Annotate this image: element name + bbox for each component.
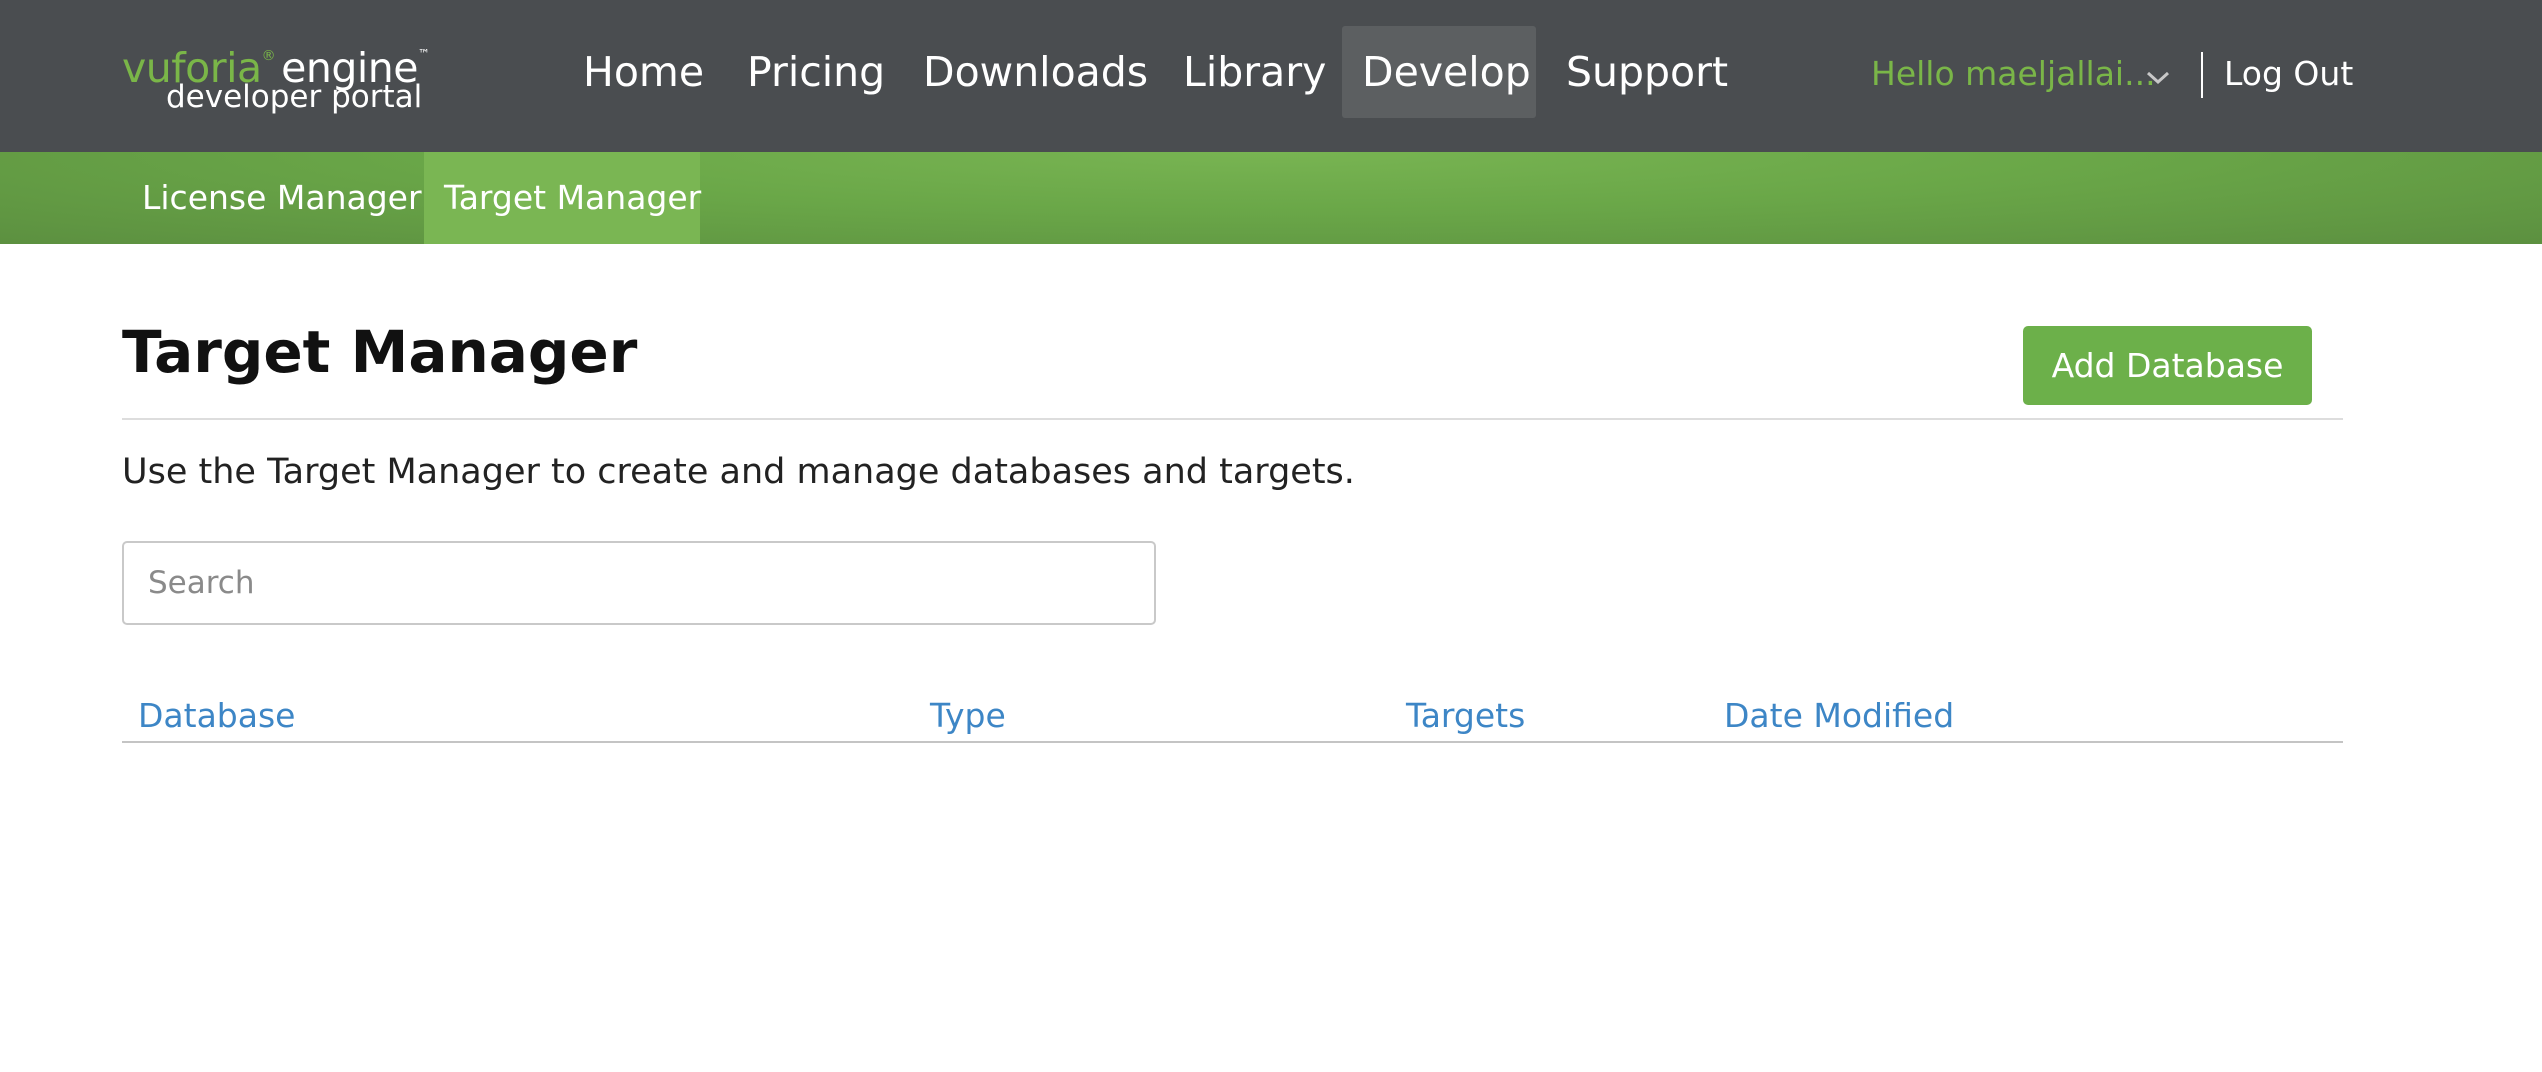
nav-item-develop[interactable]: Develop (1342, 26, 1536, 118)
top-navigation-bar: vuforia® engine™ developer portal Home Pr… (0, 0, 2542, 152)
table-header-divider (122, 741, 2343, 743)
vuforia-engine-logo[interactable]: vuforia® engine™ developer portal (122, 30, 430, 115)
search-input[interactable] (122, 541, 1156, 625)
user-menu-greeting[interactable]: Hello maeljallai... (1871, 50, 2156, 98)
nav-item-home[interactable]: Home (565, 26, 725, 118)
title-divider (122, 418, 2343, 420)
nav-item-library[interactable]: Library (1165, 26, 1326, 118)
logout-link[interactable]: Log Out (2224, 50, 2353, 98)
chevron-down-icon[interactable] (2143, 62, 2173, 92)
nav-item-pricing[interactable]: Pricing (729, 26, 889, 118)
page-description: Use the Target Manager to create and man… (122, 452, 1355, 492)
column-header-type[interactable]: Type (930, 693, 1006, 739)
logo-subtitle: developer portal (166, 79, 423, 115)
subnav-item-license-manager[interactable]: License Manager (122, 152, 424, 244)
nav-item-downloads[interactable]: Downloads (905, 26, 1148, 118)
nav-item-support[interactable]: Support (1548, 26, 1748, 118)
sub-navigation-bar: License Manager Target Manager (0, 152, 2542, 244)
user-menu-divider (2201, 52, 2203, 98)
logo-registered-mark: ® (261, 48, 276, 64)
page-title: Target Manager (122, 318, 638, 386)
logo-trademark: ™ (417, 47, 430, 61)
subnav-item-target-manager[interactable]: Target Manager (424, 152, 701, 244)
column-header-database[interactable]: Database (138, 693, 295, 739)
column-header-targets[interactable]: Targets (1406, 693, 1525, 739)
column-header-date-modified[interactable]: Date Modified (1724, 693, 1954, 739)
add-database-button[interactable]: Add Database (2023, 326, 2312, 405)
